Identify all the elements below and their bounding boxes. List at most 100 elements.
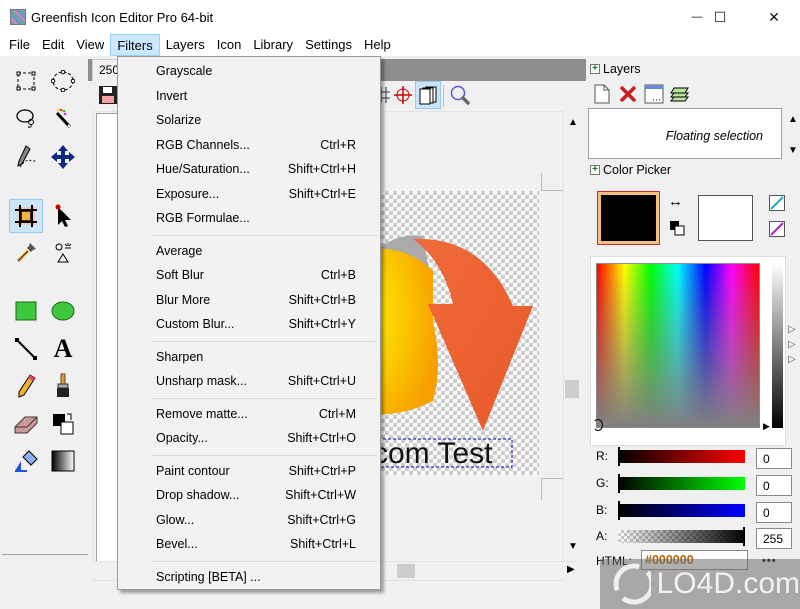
channel-value-input[interactable]: 0	[756, 475, 792, 496]
transparent-color-button[interactable]	[769, 195, 785, 214]
pencil-tool[interactable]	[11, 371, 41, 401]
layer-item[interactable]: Floating selection	[666, 129, 763, 143]
icon-canvas[interactable]: com Test	[373, 191, 539, 475]
rectangle-tool[interactable]	[11, 296, 41, 326]
menu-help[interactable]: Help	[358, 34, 397, 56]
filter-menu-item[interactable]: Blur More Shift+Ctrl+B	[118, 288, 380, 312]
scroll-up-icon[interactable]: ▲	[568, 117, 578, 128]
pointer-tool[interactable]	[48, 201, 78, 231]
gradient-fill-tool[interactable]	[11, 446, 41, 476]
expand-icon[interactable]: +	[590, 64, 600, 74]
filter-menu-item[interactable]: Scripting [BETA] ...	[118, 565, 380, 589]
slider-thumb[interactable]	[618, 447, 624, 466]
filter-menu-item[interactable]: Hue/Saturation... Shift+Ctrl+H	[118, 157, 380, 181]
maximize-button[interactable]: ☐	[697, 0, 743, 34]
magic-wand-tool[interactable]	[48, 103, 78, 133]
filter-menu-item[interactable]: Invert	[118, 84, 380, 108]
reset-colors-button[interactable]	[669, 220, 685, 239]
luminance-slider[interactable]	[772, 263, 783, 428]
crop-tool[interactable]	[9, 199, 43, 233]
close-button[interactable]: ✕	[751, 0, 797, 34]
brush-tool[interactable]	[48, 371, 78, 401]
ellipse-tool[interactable]	[48, 296, 78, 326]
channel-label: G:	[596, 476, 609, 490]
channel-slider[interactable]	[618, 447, 745, 466]
filter-menu-item[interactable]: Drop shadow... Shift+Ctrl+W	[118, 483, 380, 507]
eyedropper-tool[interactable]	[11, 238, 41, 268]
color-cursor[interactable]	[593, 419, 603, 431]
secondary-color-swatch[interactable]	[698, 195, 753, 241]
expand-icon[interactable]: +	[590, 165, 600, 175]
swap-colors-icon[interactable]: ↔	[668, 193, 683, 210]
filter-menu-item[interactable]: Remove matte... Ctrl+M	[118, 402, 380, 426]
inverted-color-button[interactable]	[769, 221, 785, 240]
delete-layer-button[interactable]	[618, 84, 638, 107]
scroll-down-icon[interactable]: ▼	[568, 541, 578, 552]
frames-button[interactable]	[415, 81, 441, 109]
filter-menu-item[interactable]: Average	[118, 239, 380, 263]
ellipse-select-tool[interactable]	[48, 66, 78, 96]
text-tool[interactable]: A	[48, 334, 78, 364]
vertical-scroll-thumb[interactable]	[565, 380, 579, 398]
slider-thumb[interactable]	[618, 474, 624, 493]
filter-menu-item[interactable]: Soft Blur Ctrl+B	[118, 263, 380, 287]
filter-menu-item[interactable]: RGB Channels... Ctrl+R	[118, 133, 380, 157]
hue-saturation-field[interactable]	[593, 263, 760, 431]
color-replace-tool[interactable]	[48, 409, 78, 439]
filter-menu-item[interactable]: Paint contour Shift+Ctrl+P	[118, 459, 380, 483]
filter-menu-item[interactable]: Sharpen	[118, 345, 380, 369]
merge-layers-button[interactable]	[670, 84, 690, 107]
save-button[interactable]	[98, 85, 118, 108]
channel-slider[interactable]	[618, 501, 745, 520]
layer-scroll-down-icon[interactable]: ▼	[788, 145, 798, 156]
filter-menu-item[interactable]: Solarize	[118, 108, 380, 132]
line-tool[interactable]	[11, 334, 41, 364]
primary-color-swatch[interactable]	[597, 191, 660, 245]
menu-layers[interactable]: Layers	[160, 34, 211, 56]
new-layer-button[interactable]	[593, 84, 611, 107]
freehand-select-tool[interactable]	[11, 142, 41, 172]
canvas-vertical-scrollbar[interactable]: ▲ ▼	[563, 111, 579, 581]
filter-menu-item[interactable]: Opacity... Shift+Ctrl+O	[118, 426, 380, 450]
filter-menu-item[interactable]: Bevel... Shift+Ctrl+L	[118, 532, 380, 556]
channel-value-input[interactable]: 0	[756, 448, 792, 469]
move-tool[interactable]	[48, 142, 78, 172]
menu-filters[interactable]: Filters	[110, 34, 160, 56]
menu-file[interactable]: File	[3, 34, 36, 56]
filter-menu-item[interactable]: RGB Formulae...	[118, 206, 380, 230]
channel-slider[interactable]	[618, 527, 745, 546]
menu-library[interactable]: Library	[247, 34, 299, 56]
crosshair-button[interactable]	[393, 85, 413, 108]
luminance-thumb-icon[interactable]: ▶	[763, 421, 770, 432]
channel-value-input[interactable]: 255	[756, 528, 792, 549]
slider-thumb[interactable]	[618, 501, 624, 520]
filter-menu-item[interactable]: Grayscale	[118, 59, 380, 83]
filter-menu-item[interactable]: Exposure... Shift+Ctrl+E	[118, 182, 380, 206]
zoom-button[interactable]	[449, 84, 471, 109]
menu-icon[interactable]: Icon	[211, 34, 248, 56]
horizontal-scroll-thumb[interactable]	[397, 564, 415, 578]
layer-list[interactable]: Floating selection	[588, 108, 782, 159]
menu-edit[interactable]: Edit	[36, 34, 70, 56]
gradient-tool[interactable]	[48, 446, 78, 476]
fill-tool[interactable]	[48, 238, 78, 268]
menu-settings[interactable]: Settings	[299, 34, 358, 56]
layer-scroll-up-icon[interactable]: ▲	[788, 114, 798, 125]
lasso-tool[interactable]	[11, 103, 41, 133]
rect-select-tool[interactable]	[11, 66, 41, 96]
scroll-right-icon[interactable]: ▶	[567, 564, 575, 575]
eraser-tool[interactable]	[11, 409, 41, 439]
color-picker-header[interactable]: + Color Picker	[590, 163, 671, 177]
filter-menu-item[interactable]: Custom Blur... Shift+Ctrl+Y	[118, 312, 380, 336]
filter-menu-item[interactable]: Unsharp mask... Shift+Ctrl+U	[118, 369, 380, 393]
panel-arrow-icon[interactable]: ▷	[788, 324, 796, 335]
channel-value-input[interactable]: 0	[756, 502, 792, 523]
channel-slider[interactable]	[618, 474, 745, 493]
panel-arrow-icon[interactable]: ▷	[788, 354, 796, 365]
slider-thumb[interactable]	[743, 527, 749, 546]
layers-panel-header[interactable]: + Layers	[590, 62, 641, 76]
filter-menu-item[interactable]: Glow... Shift+Ctrl+G	[118, 508, 380, 532]
menu-view[interactable]: View	[70, 34, 110, 56]
panel-arrow-icon[interactable]: ▷	[788, 339, 796, 350]
layer-properties-button[interactable]	[644, 84, 664, 107]
